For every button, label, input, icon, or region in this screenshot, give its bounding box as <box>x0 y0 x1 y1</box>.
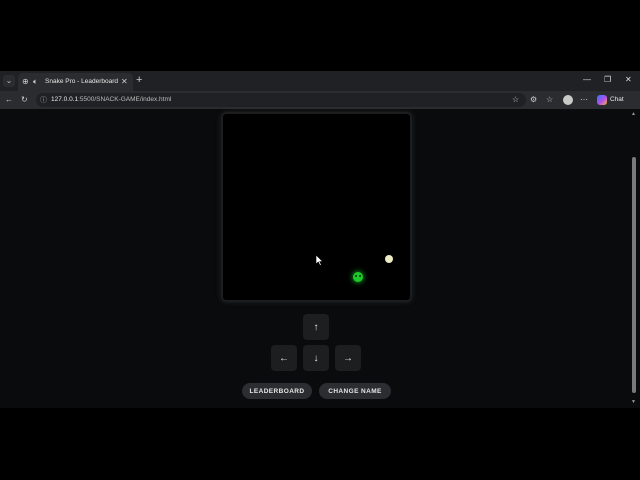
extensions-icon[interactable]: ⚙ <box>530 95 537 105</box>
speaker-icon[interactable]: 🔈︎ <box>33 77 38 87</box>
more-options-icon[interactable]: ⋯ <box>580 95 588 105</box>
reload-icon[interactable]: ↻ <box>21 95 28 105</box>
back-icon[interactable]: ← <box>5 95 13 105</box>
favorites-icon[interactable]: ☆ <box>546 95 553 105</box>
change-name-button[interactable]: CHANGE NAME <box>319 383 391 399</box>
leaderboard-button[interactable]: LEADERBOARD <box>242 383 312 399</box>
up-arrow-button[interactable]: ↑ <box>303 314 329 340</box>
game-board[interactable] <box>221 112 412 302</box>
scroll-up-icon[interactable]: ▲ <box>631 111 636 117</box>
site-info-icon[interactable]: ⓘ <box>40 95 47 105</box>
chat-button[interactable]: Chat <box>610 96 624 103</box>
close-window-icon[interactable]: ✕ <box>625 75 632 85</box>
new-tab-icon[interactable]: + <box>136 74 142 86</box>
profile-avatar[interactable] <box>563 95 573 105</box>
restore-icon[interactable]: ❐ <box>604 75 611 85</box>
page-scrollbar[interactable]: ▲ ▼ <box>630 109 638 407</box>
close-tab-icon[interactable]: ✕ <box>121 77 128 87</box>
globe-icon: ⊕ <box>22 77 29 86</box>
address-bar[interactable]: ⓘ 127.0.0.1:5500/SNACK-GAME/index.html ☆ <box>36 93 526 107</box>
minimize-icon[interactable]: — <box>583 75 591 85</box>
browser-toolbar: ← ↻ ⓘ 127.0.0.1:5500/SNACK-GAME/index.ht… <box>0 91 640 109</box>
url-text: 127.0.0.1:5500/SNACK-GAME/index.html <box>51 96 172 103</box>
copilot-icon[interactable] <box>597 95 607 105</box>
tab-bar: ⌄ ⊕ 🔈︎ Snake Pro - Leaderboard ✕ + — ❐ ✕ <box>0 71 640 91</box>
down-arrow-button[interactable]: ↓ <box>303 345 329 371</box>
tab-title: Snake Pro - Leaderboard <box>45 78 118 85</box>
scroll-down-icon[interactable]: ▼ <box>631 399 636 405</box>
favorite-star-icon[interactable]: ☆ <box>512 95 519 104</box>
snake-head <box>353 272 363 282</box>
right-arrow-button[interactable]: → <box>335 345 361 371</box>
tab-snake-pro[interactable]: ⊕ 🔈︎ Snake Pro - Leaderboard ✕ <box>18 73 133 91</box>
food-pellet <box>385 255 393 263</box>
mouse-cursor-icon <box>316 255 324 266</box>
left-arrow-button[interactable]: ← <box>271 345 297 371</box>
scroll-thumb[interactable] <box>632 157 636 393</box>
tab-actions-menu-icon[interactable]: ⌄ <box>3 75 15 87</box>
